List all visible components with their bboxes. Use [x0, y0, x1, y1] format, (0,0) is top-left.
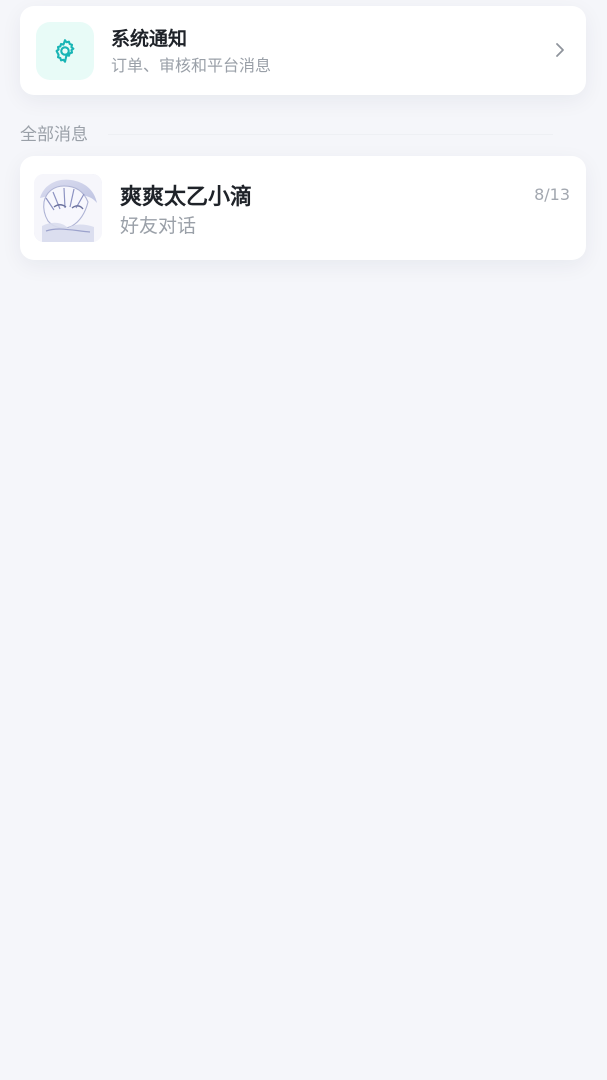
conversation-date: 8/13 — [534, 185, 570, 204]
conversation-name: 爽爽太乙小滴 — [120, 185, 253, 210]
conversation-preview: 好友对话 — [120, 215, 197, 237]
system-notification-icon-box — [36, 22, 94, 80]
chevron-right-icon — [550, 40, 570, 60]
section-title-all-messages: 全部消息 — [20, 125, 88, 145]
gear-icon — [55, 39, 75, 63]
system-notification-card[interactable]: 系统通知 订单、审核和平台消息 — [20, 6, 586, 95]
system-notification-title: 系统通知 — [111, 28, 188, 50]
system-notification-subtitle: 订单、审核和平台消息 — [111, 56, 272, 75]
section-divider — [108, 134, 553, 135]
messages-page: 系统通知 订单、审核和平台消息 全部消息 爽爽太乙小滴 好友对话 8/13 — [0, 0, 607, 1080]
conversation-item[interactable]: 爽爽太乙小滴 好友对话 8/13 — [20, 156, 586, 260]
user-avatar-icon — [34, 174, 102, 242]
